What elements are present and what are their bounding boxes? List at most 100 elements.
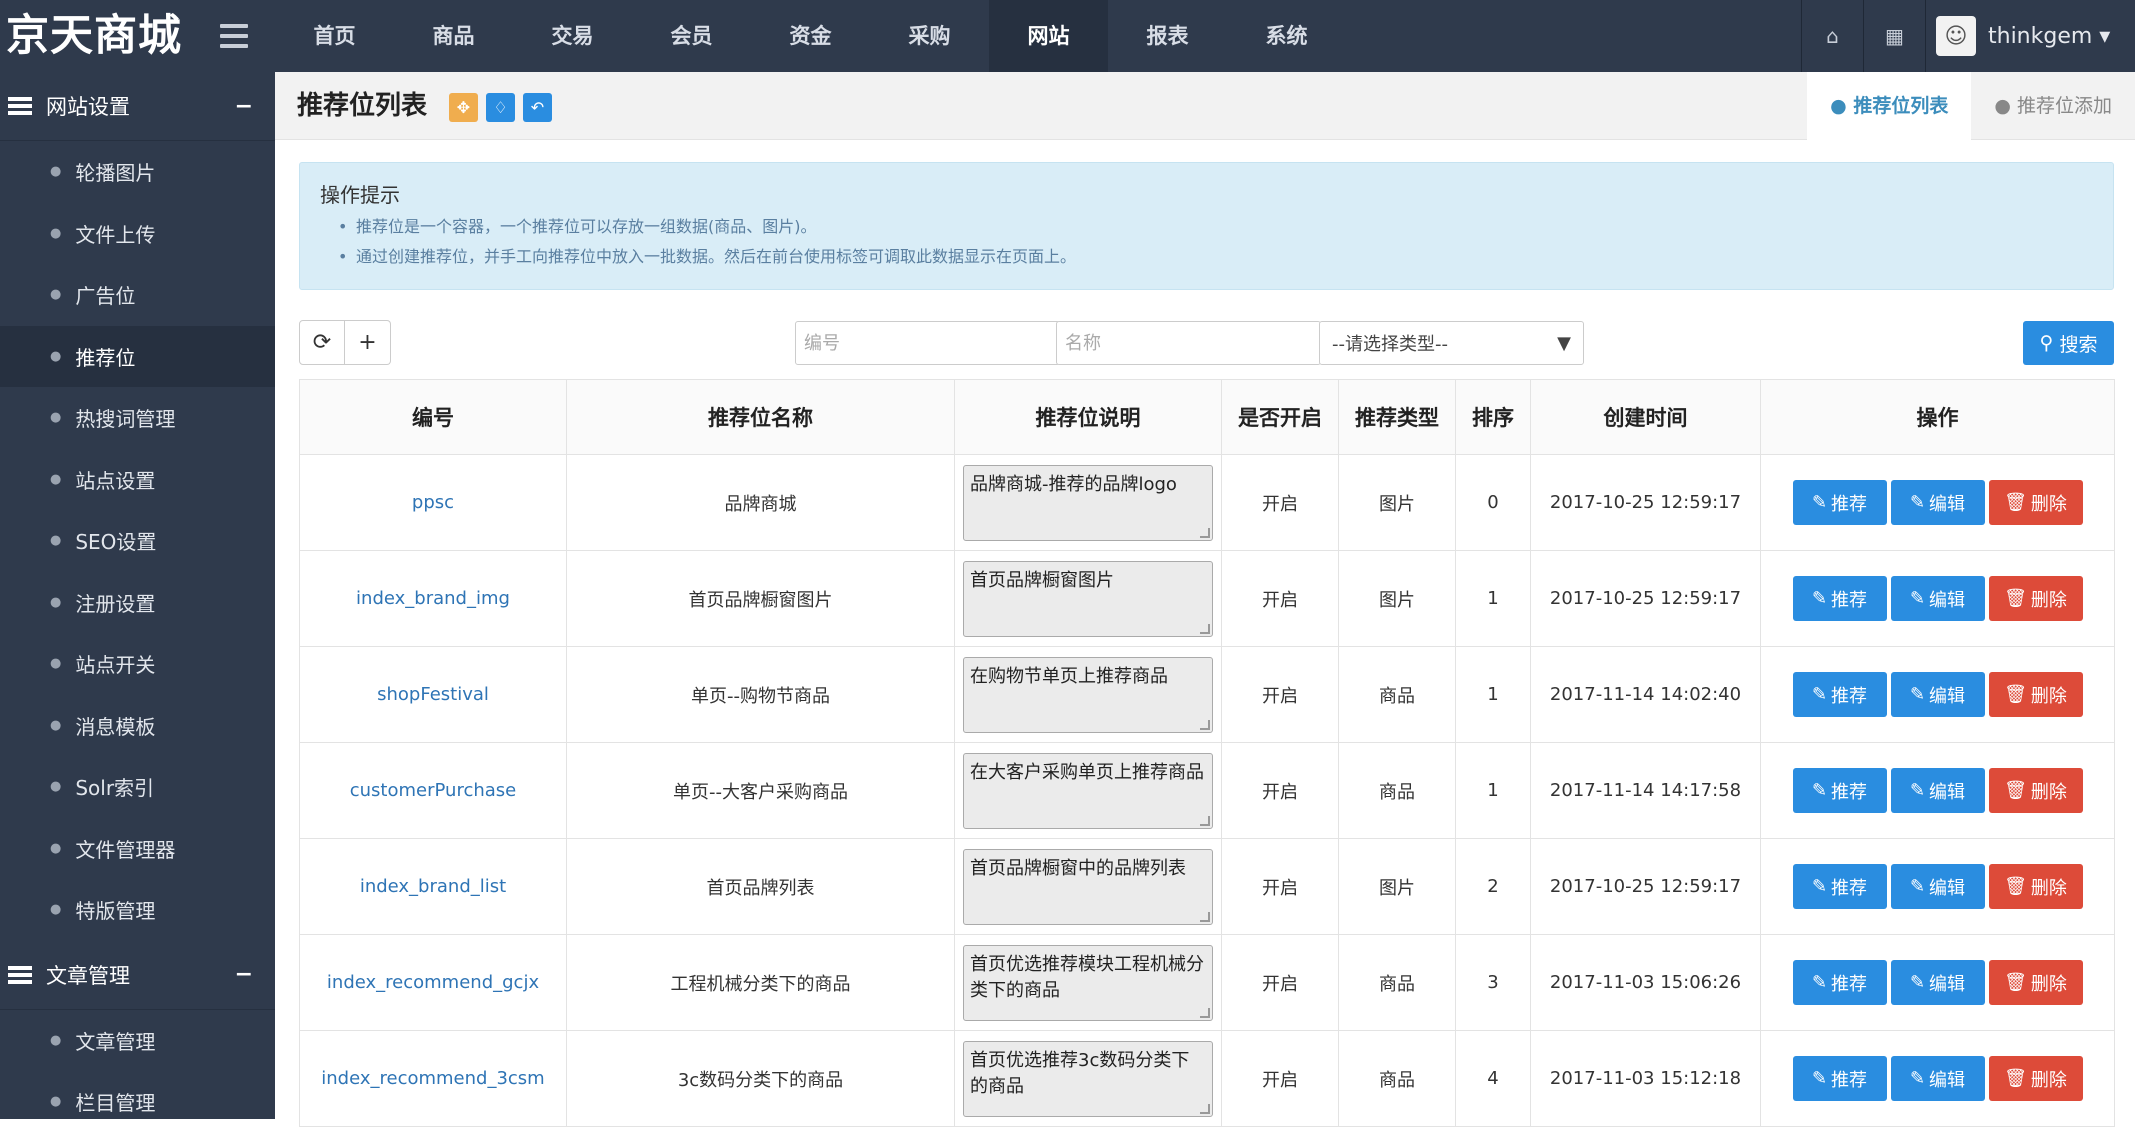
recommend-button[interactable]: ✎ 推荐 xyxy=(1792,864,1887,909)
edit-button[interactable]: ✎ 编辑 xyxy=(1890,960,1985,1005)
edit-icon: ✎ xyxy=(1811,972,1828,993)
col-enabled[interactable]: 是否开启 xyxy=(1221,379,1339,455)
sidebar-item-seo[interactable]: ● SEO设置 xyxy=(0,510,275,572)
recommend-button[interactable]: ✎ 推荐 xyxy=(1792,960,1887,1005)
home-icon[interactable]: ⌂ xyxy=(1801,0,1863,72)
back-icon[interactable]: ↶ xyxy=(523,93,552,122)
code-link[interactable]: customerPurchase xyxy=(350,780,517,801)
col-created[interactable]: 创建时间 xyxy=(1530,379,1761,455)
desc-textarea[interactable]: 首页优选推荐3c数码分类下的商品 xyxy=(963,1040,1213,1117)
user-menu[interactable]: ☺ thinkgem ▾ xyxy=(1925,0,2135,72)
edit-button[interactable]: ✎ 编辑 xyxy=(1890,672,1985,717)
delete-button[interactable]: 🗑 删除 xyxy=(1988,1056,2083,1101)
delete-button[interactable]: 🗑 删除 xyxy=(1988,864,2083,909)
sidebar-item-special-edition[interactable]: ● 特版管理 xyxy=(0,879,275,941)
menu-toggle-icon[interactable] xyxy=(220,24,248,48)
recommend-label: 推荐 xyxy=(1831,685,1868,707)
nav-goods[interactable]: 商品 xyxy=(394,0,513,72)
sidebar-item-label: 轮播图片 xyxy=(75,161,156,186)
cell-desc: 首页优选推荐模块工程机械分类下的商品 xyxy=(954,934,1222,1031)
search-button[interactable]: ⚲ 搜索 xyxy=(2023,321,2114,365)
desc-textarea[interactable]: 在大客户采购单页上推荐商品 xyxy=(963,752,1213,829)
sidebar-item-hot-search[interactable]: ● 热搜词管理 xyxy=(0,387,275,449)
fullscreen-icon[interactable]: ✥ xyxy=(449,93,478,122)
desc-textarea[interactable]: 品牌商城-推荐的品牌logo xyxy=(963,464,1213,541)
name-search-input[interactable] xyxy=(1056,321,1321,365)
code-link[interactable]: index_brand_img xyxy=(356,588,510,609)
refresh-button[interactable]: ⟳ xyxy=(299,320,345,365)
edit-button[interactable]: ✎ 编辑 xyxy=(1890,1056,1985,1101)
sidebar-item-register[interactable]: ● 注册设置 xyxy=(0,572,275,634)
col-name[interactable]: 推荐位名称 xyxy=(566,379,955,455)
edit-button[interactable]: ✎ 编辑 xyxy=(1890,864,1985,909)
nav-funds[interactable]: 资金 xyxy=(751,0,870,72)
sidebar-item-column-manage[interactable]: ● 栏目管理 xyxy=(0,1071,275,1133)
edit-label: 编辑 xyxy=(1929,493,1966,515)
sidebar-item-solr[interactable]: ● Solr索引 xyxy=(0,756,275,818)
code-link[interactable]: index_brand_list xyxy=(360,876,506,897)
delete-button[interactable]: 🗑 删除 xyxy=(1988,672,2083,717)
edit-icon: ✎ xyxy=(1811,1068,1828,1089)
col-desc[interactable]: 推荐位说明 xyxy=(954,379,1222,455)
code-link[interactable]: index_recommend_3csm xyxy=(321,1068,544,1089)
code-link[interactable]: index_recommend_gcjx xyxy=(327,972,539,993)
sidebar-item-carousel[interactable]: ● 轮播图片 xyxy=(0,141,275,203)
code-search-input[interactable] xyxy=(795,321,1060,365)
sidebar-item-site-settings[interactable]: ● 站点设置 xyxy=(0,449,275,511)
recommend-button[interactable]: ✎ 推荐 xyxy=(1792,1056,1887,1101)
sidebar-item-article-manage[interactable]: ● 文章管理 xyxy=(0,1010,275,1072)
delete-button[interactable]: 🗑 删除 xyxy=(1988,768,2083,813)
code-link[interactable]: shopFestival xyxy=(377,684,489,705)
desc-textarea[interactable]: 首页品牌橱窗图片 xyxy=(963,560,1213,637)
recommend-button[interactable]: ✎ 推荐 xyxy=(1792,672,1887,717)
recommend-button[interactable]: ✎ 推荐 xyxy=(1792,576,1887,621)
tab-recommend-add[interactable]: ● 推荐位添加 xyxy=(1971,72,2135,140)
desc-textarea[interactable]: 首页品牌橱窗中的品牌列表 xyxy=(963,848,1213,925)
sidebar-item-file-manager[interactable]: ● 文件管理器 xyxy=(0,818,275,880)
recommend-button[interactable]: ✎ 推荐 xyxy=(1792,480,1887,525)
nav-website[interactable]: 网站 xyxy=(989,0,1108,72)
user-icon: ● xyxy=(1830,95,1854,117)
add-button[interactable]: + xyxy=(345,320,391,365)
col-type[interactable]: 推荐类型 xyxy=(1338,379,1456,455)
col-order[interactable]: 排序 xyxy=(1455,379,1531,455)
recommend-button[interactable]: ✎ 推荐 xyxy=(1792,768,1887,813)
tab-label: 推荐位列表 xyxy=(1853,95,1949,117)
sidebar-item-recommend-slot[interactable]: ● 推荐位 xyxy=(0,325,275,387)
collapse-icon[interactable]: − xyxy=(235,962,253,987)
delete-button[interactable]: 🗑 删除 xyxy=(1988,960,2083,1005)
grid-icon[interactable]: ▦ xyxy=(1863,0,1925,72)
delete-button[interactable]: 🗑 删除 xyxy=(1988,480,2083,525)
delete-button[interactable]: 🗑 删除 xyxy=(1988,576,2083,621)
edit-button[interactable]: ✎ 编辑 xyxy=(1890,768,1985,813)
edit-button[interactable]: ✎ 编辑 xyxy=(1890,576,1985,621)
sidebar-item-label: 注册设置 xyxy=(75,591,156,616)
recommend-label: 推荐 xyxy=(1831,493,1868,515)
edit-icon: ✎ xyxy=(1909,780,1926,801)
nav-purchase[interactable]: 采购 xyxy=(870,0,989,72)
nav-system[interactable]: 系统 xyxy=(1227,0,1346,72)
app-logo[interactable]: 京天商城 xyxy=(6,6,182,66)
tab-recommend-list[interactable]: ● 推荐位列表 xyxy=(1807,72,1972,141)
sidebar-item-ad-slot[interactable]: ● 广告位 xyxy=(0,264,275,326)
type-select[interactable]: --请选择类型-- ▼ xyxy=(1319,321,1584,365)
nav-member[interactable]: 会员 xyxy=(632,0,751,72)
nav-reports[interactable]: 报表 xyxy=(1108,0,1227,72)
sidebar-item-site-switch[interactable]: ● 站点开关 xyxy=(0,633,275,695)
nav-trade[interactable]: 交易 xyxy=(513,0,632,72)
sidebar-item-message-template[interactable]: ● 消息模板 xyxy=(0,695,275,757)
sidebar-item-label: 文件上传 xyxy=(75,222,156,247)
desc-textarea[interactable]: 在购物节单页上推荐商品 xyxy=(963,656,1213,733)
collapse-icon[interactable]: − xyxy=(235,94,253,119)
lightbulb-icon[interactable]: ♢ xyxy=(486,93,515,122)
col-code[interactable]: 编号 xyxy=(299,379,567,455)
refresh-icon: ⟳ xyxy=(312,330,332,355)
sidebar-group-website-settings[interactable]: 网站设置 − xyxy=(0,72,275,141)
delete-label: 删除 xyxy=(2030,493,2067,515)
sidebar-group-articles[interactable]: 文章管理 − xyxy=(0,941,275,1010)
sidebar-item-file-upload[interactable]: ● 文件上传 xyxy=(0,203,275,265)
desc-textarea[interactable]: 首页优选推荐模块工程机械分类下的商品 xyxy=(963,944,1213,1021)
edit-button[interactable]: ✎ 编辑 xyxy=(1890,480,1985,525)
code-link[interactable]: ppsc xyxy=(412,492,454,513)
nav-home[interactable]: 首页 xyxy=(275,0,394,72)
